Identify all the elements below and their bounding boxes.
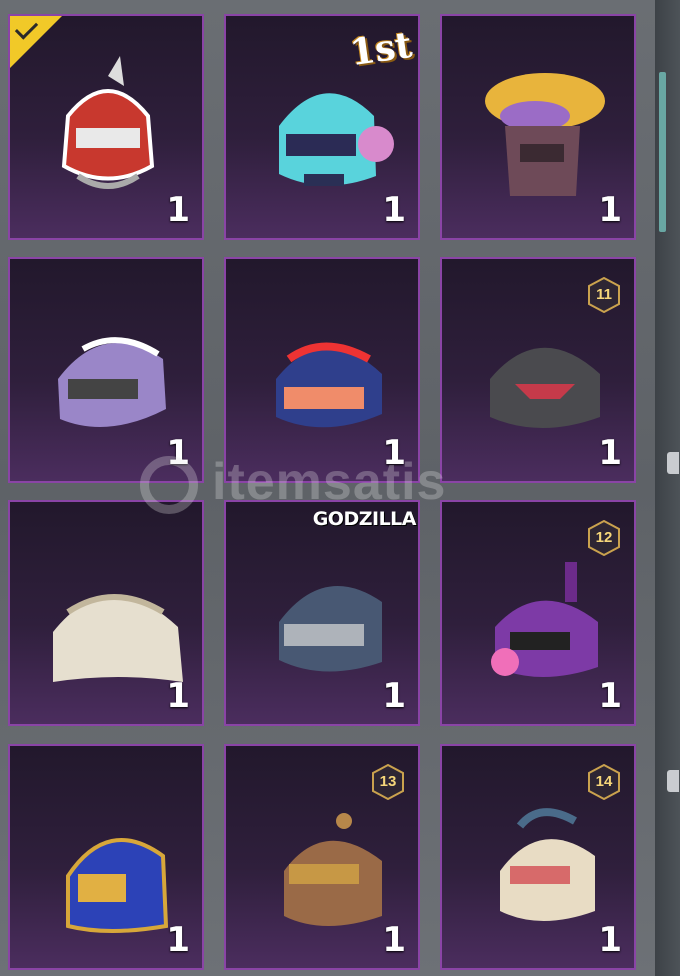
helmet-card-bridal[interactable]: 1	[8, 500, 204, 726]
scrollbar-thumb[interactable]	[659, 72, 666, 232]
mecha-helmet-icon	[61, 56, 155, 189]
helmet-card-lace[interactable]: 11 1	[440, 257, 636, 483]
item-quantity: 1	[166, 676, 190, 716]
lion-dance-helmet-icon	[500, 808, 595, 921]
helmet-card-godzilla[interactable]: GODZILLA 1	[224, 500, 420, 726]
item-quantity: 1	[166, 920, 190, 960]
item-quantity: 1	[382, 920, 406, 960]
steampunk-helmet-icon	[284, 813, 382, 926]
lavender-helmet-icon	[58, 337, 166, 427]
lace-helmet-icon	[490, 347, 600, 428]
helmet-card-steampunk[interactable]: 13 1	[224, 744, 420, 970]
helmet-card-lavender[interactable]: 1	[8, 257, 204, 483]
bridal-helmet-icon	[53, 594, 183, 682]
helmet-card-mecha[interactable]: 1	[8, 14, 204, 240]
helmet-card-pharaoh[interactable]: 1	[8, 744, 204, 970]
helmet-card-flower[interactable]: 1	[440, 14, 636, 240]
item-quantity: 1	[598, 920, 622, 960]
godzilla-helmet-icon	[279, 586, 382, 672]
item-quantity: 1	[598, 190, 622, 230]
item-quantity: 1	[382, 433, 406, 473]
side-tab-handle[interactable]	[667, 452, 679, 474]
side-tab-handle[interactable]	[667, 770, 679, 792]
helmet-card-bunny[interactable]: 12 1	[440, 500, 636, 726]
flag-helmet-icon	[276, 342, 382, 428]
first-place-badge: 1st	[347, 23, 415, 75]
helmet-card-flag[interactable]: 1	[224, 257, 420, 483]
pharaoh-helmet-icon	[66, 838, 169, 933]
item-quantity: 1	[598, 433, 622, 473]
bunny-helmet-icon	[491, 562, 598, 677]
item-quantity: 1	[382, 676, 406, 716]
neon-helmet-icon	[279, 93, 394, 186]
godzilla-logo-badge: GODZILLA	[312, 508, 417, 530]
item-quantity: 1	[382, 190, 406, 230]
helmet-card-neon[interactable]: 1st 1	[224, 14, 420, 240]
helmet-card-lion-dance[interactable]: 14 1	[440, 744, 636, 970]
item-quantity: 1	[166, 190, 190, 230]
flower-helmet-icon	[485, 73, 605, 196]
item-quantity: 1	[598, 676, 622, 716]
item-quantity: 1	[166, 433, 190, 473]
